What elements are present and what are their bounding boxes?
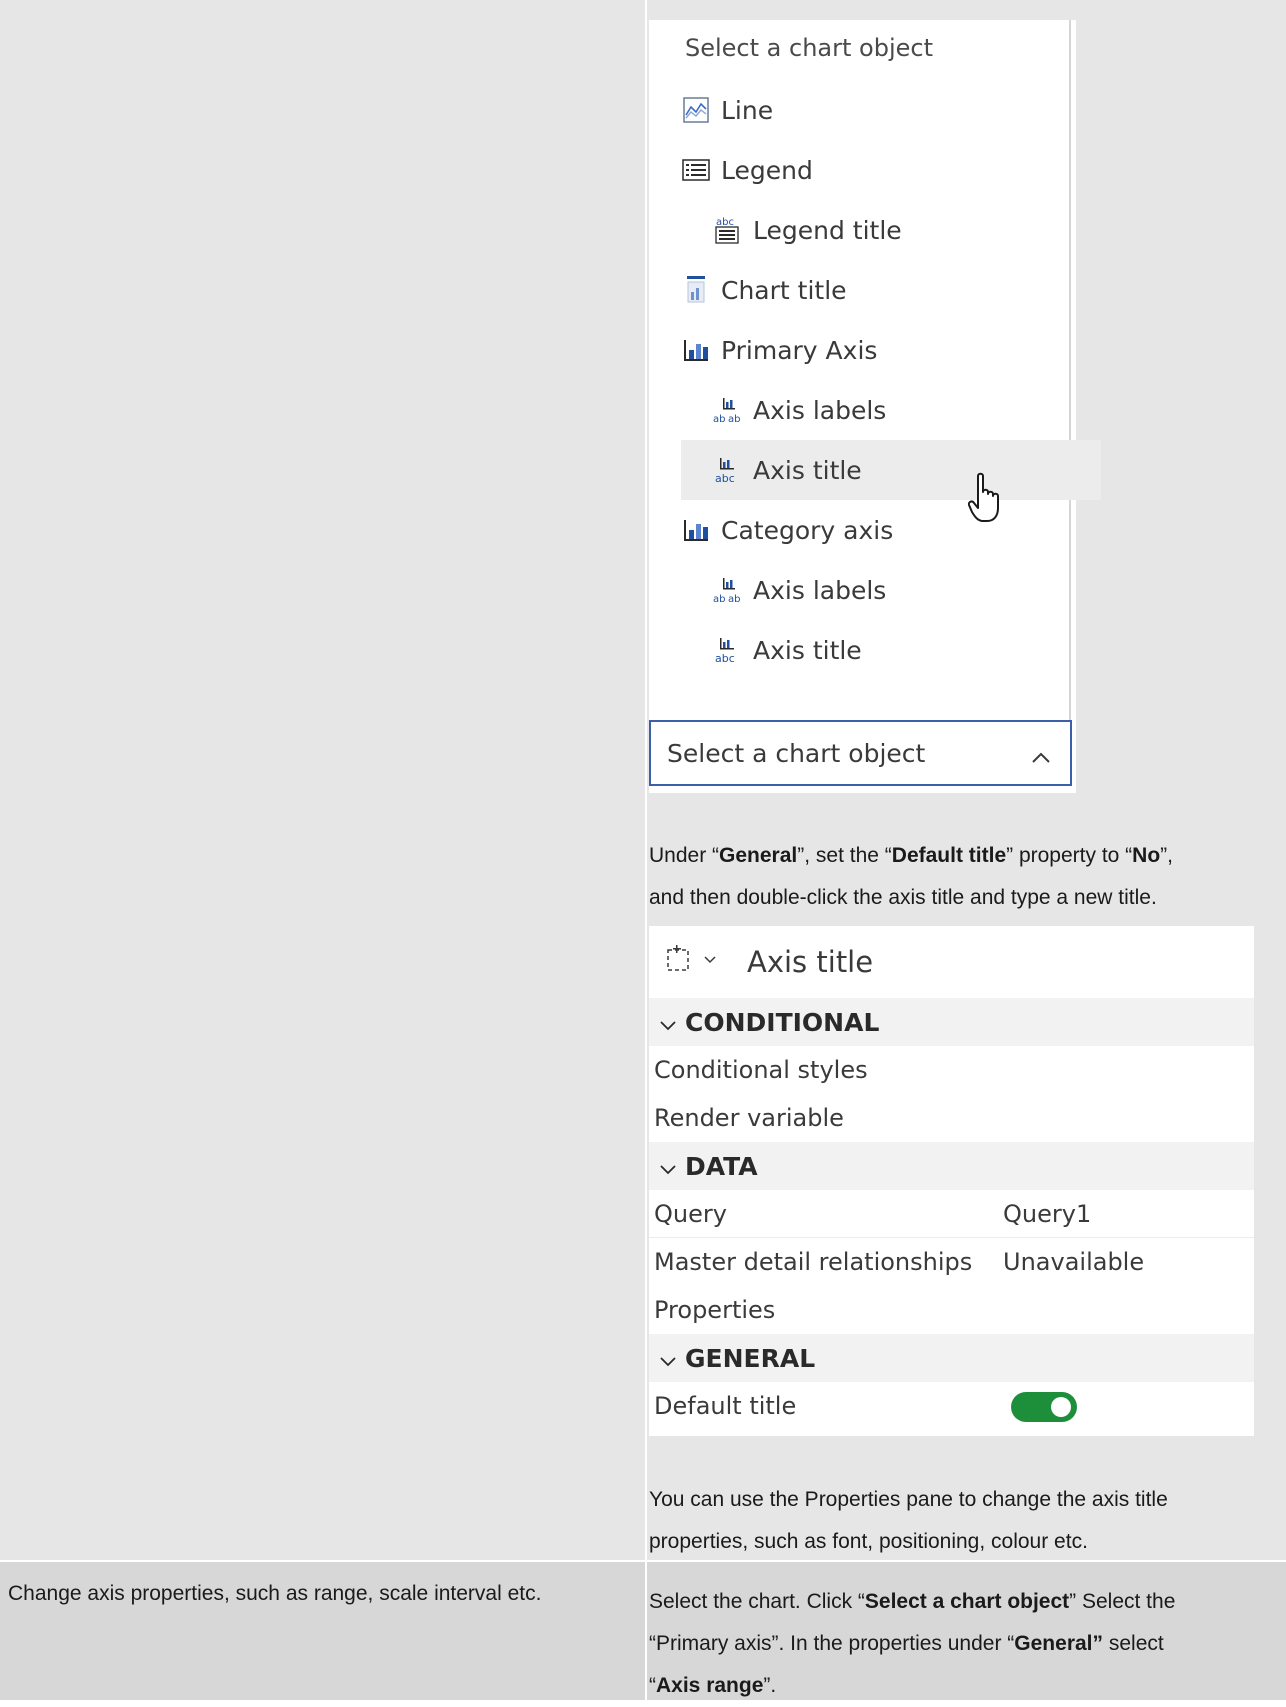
prop-key: Properties [654,1296,776,1324]
row2-left-text: Change axis properties, such as range, s… [8,1582,542,1605]
menu-item-label: Category axis [721,515,894,545]
chevron-down-icon [659,1008,677,1037]
menu-item-category-axis[interactable]: Category axis [649,500,1101,560]
text-span: “Primary axis”. In the properties under … [649,1632,1015,1655]
section-label: GENERAL [685,1343,816,1373]
section-conditional[interactable]: CONDITIONAL [649,998,1254,1046]
instruction-paragraph-2: You can use the Properties pane to chang… [649,1479,1279,1563]
svg-text:ab: ab [728,414,740,424]
bold-text: Default title [891,844,1007,867]
properties-header: Axis title [649,926,1254,998]
axis-title-icon: abc [713,455,743,485]
chart-object-select[interactable]: Select a chart object [649,720,1072,786]
line-chart-icon [681,95,711,125]
section-general[interactable]: GENERAL [649,1334,1254,1382]
instruction-line: “Primary axis”. In the properties under … [649,1623,1279,1665]
text-span: ”, [1160,844,1173,867]
menu-item-label: Axis labels [753,575,887,605]
properties-title: Axis title [747,945,874,979]
menu-item-label: Legend [721,155,813,185]
properties-panel: Axis title CONDITIONAL Conditional style… [649,926,1254,1436]
section-data[interactable]: DATA [649,1142,1254,1190]
default-title-toggle[interactable] [1011,1392,1077,1422]
instruction-paragraph-1: Under “General”, set the “Default title”… [649,835,1279,919]
chart-title-icon [681,275,711,305]
prop-key: Render variable [654,1104,844,1132]
prop-row-render-variable[interactable]: Render variable [649,1094,1254,1142]
chart-object-menu: Select a chart object Line Legend abc Le… [649,20,1101,793]
prop-row-conditional-styles[interactable]: Conditional styles [649,1046,1254,1094]
row2-instructions: Select the chart. Click “Select a chart … [649,1581,1279,1707]
menu-item-chart-title[interactable]: Chart title [649,260,1101,320]
menu-item-label: Primary Axis [721,335,878,365]
text-span: ” Select the [1069,1590,1176,1613]
svg-text:abc: abc [715,472,735,484]
svg-text:ab: ab [713,594,725,604]
menu-item-category-axis-labels[interactable]: ab ab Axis labels [649,560,1133,620]
menu-item-legend[interactable]: Legend [649,140,1101,200]
prop-row-default-title: Default title [649,1382,1254,1430]
legend-icon [681,155,711,185]
instruction-line: Under “General”, set the “Default title”… [649,835,1279,877]
prop-key: Conditional styles [654,1056,868,1084]
prop-row-master-detail[interactable]: Master detail relationships Unavailable [649,1238,1254,1286]
menu-header: Select a chart object [685,34,933,62]
toggle-knob [1051,1397,1071,1417]
select-ancestor-icon[interactable] [665,945,725,979]
text-span: “ [649,1674,656,1697]
svg-text:ab: ab [728,594,740,604]
section-label: DATA [685,1151,758,1181]
axis-title-icon: abc [713,635,743,665]
text-span: Under “ [649,844,720,867]
prop-value: Query1 [1003,1199,1092,1228]
menu-item-primary-axis-title[interactable]: abc Axis title [681,440,1101,500]
text-span: select [1103,1632,1164,1655]
bar-chart-icon [681,335,711,365]
chevron-up-icon [1030,742,1052,771]
bold-text: Select a chart object [864,1590,1070,1613]
menu-item-line[interactable]: Line [649,80,1101,140]
menu-item-label: Legend title [753,215,902,245]
instruction-line: You can use the Properties pane to chang… [649,1488,1168,1511]
menu-item-label: Axis title [753,635,862,665]
bold-text: General [719,844,798,867]
text-span: ”. [763,1674,777,1697]
prop-key: Default title [654,1392,797,1420]
svg-text:abc: abc [715,652,735,664]
instruction-line: and then double-click the axis title and… [649,886,1157,909]
bold-text: No [1132,844,1161,867]
text-span: Select the chart. Click “ [649,1590,865,1613]
instruction-line: properties, such as font, positioning, c… [649,1530,1088,1553]
svg-text:ab: ab [713,414,725,424]
prop-row-properties[interactable]: Properties [649,1286,1254,1334]
chevron-down-icon [659,1152,677,1181]
prop-row-query[interactable]: Query Query1 [649,1190,1254,1238]
prop-key: Query [654,1199,727,1228]
menu-item-category-axis-title[interactable]: abc Axis title [649,620,1133,680]
legend-title-icon: abc [713,215,743,245]
select-value: Select a chart object [667,738,926,768]
instruction-line: “Axis range”. [649,1665,1279,1707]
hand-cursor-icon [967,472,1002,529]
text-span: ”, set the “ [797,844,892,867]
menu-item-primary-axis-labels[interactable]: ab ab Axis labels [649,380,1133,440]
menu-item-label: Axis labels [753,395,887,425]
section-label: CONDITIONAL [685,1007,880,1037]
bold-text: Axis range [656,1674,764,1697]
bold-text: General” [1014,1632,1104,1655]
bar-chart-icon [681,515,711,545]
prop-value: Unavailable [1003,1248,1145,1276]
chevron-down-icon [659,1344,677,1373]
menu-item-legend-title[interactable]: abc Legend title [649,200,1133,260]
prop-key: Master detail relationships [654,1248,973,1276]
menu-item-label: Axis title [753,455,862,485]
menu-item-primary-axis[interactable]: Primary Axis [649,320,1101,380]
table-cell-left [0,0,645,1560]
axis-labels-icon: ab ab [713,395,743,425]
menu-item-label: Line [721,95,774,125]
text-span: ” property to “ [1006,844,1133,867]
menu-item-label: Chart title [721,275,847,305]
axis-labels-icon: ab ab [713,575,743,605]
instruction-line: Select the chart. Click “Select a chart … [649,1581,1279,1623]
